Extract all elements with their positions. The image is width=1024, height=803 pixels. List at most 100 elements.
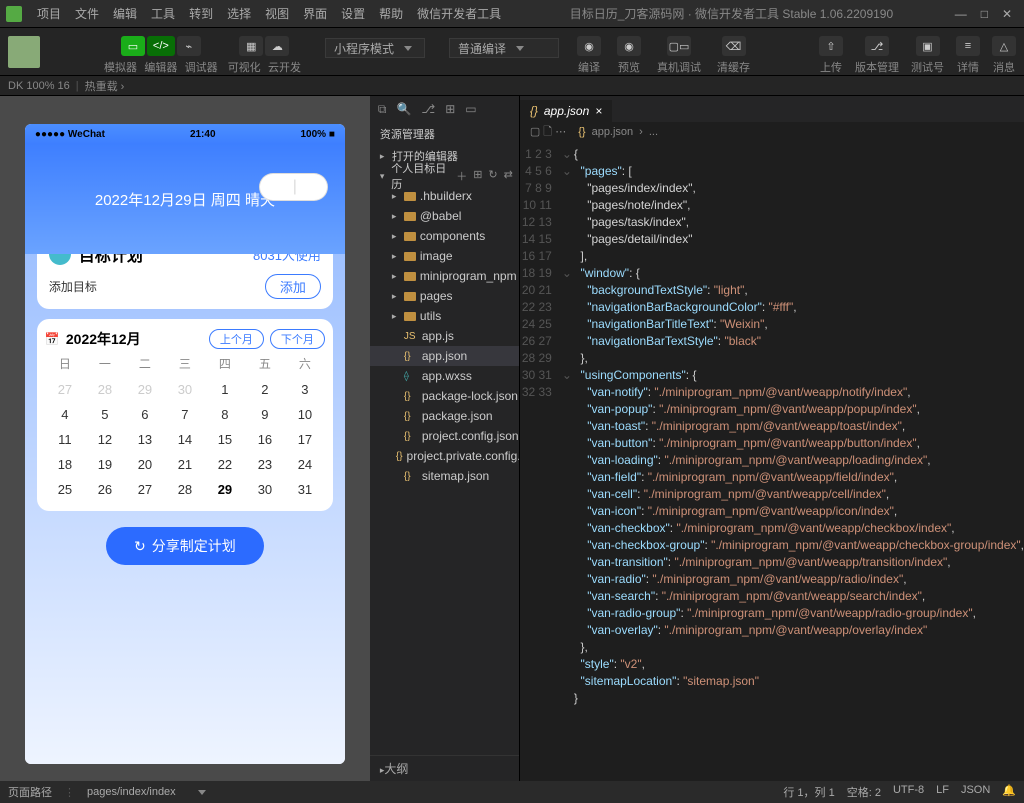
minimize-icon[interactable]: —: [955, 7, 967, 21]
menu-文件[interactable]: 文件: [68, 5, 106, 22]
calendar-day[interactable]: 5: [85, 407, 125, 422]
cursor-position[interactable]: 行 1，列 1: [783, 784, 834, 800]
calendar-day[interactable]: 9: [245, 407, 285, 422]
new-file-icon[interactable]: ＋: [456, 168, 467, 184]
simulator-button[interactable]: ▭: [121, 36, 145, 56]
menu-转到[interactable]: 转到: [182, 5, 220, 22]
device-info[interactable]: DK 100% 16: [8, 80, 70, 92]
capsule-button[interactable]: •••|◎: [260, 174, 327, 200]
editor-button[interactable]: </>: [147, 36, 175, 56]
menu-设置[interactable]: 设置: [334, 5, 372, 22]
calendar-day[interactable]: 27: [125, 482, 165, 497]
folder-@babel[interactable]: ▸@babel: [370, 206, 519, 226]
menu-视图[interactable]: 视图: [258, 5, 296, 22]
menu-帮助[interactable]: 帮助: [372, 5, 410, 22]
maximize-icon[interactable]: □: [981, 7, 988, 21]
target-icon[interactable]: ◎: [305, 177, 319, 197]
testnum-button[interactable]: ▣: [916, 36, 940, 56]
calendar-day[interactable]: 11: [45, 432, 85, 447]
details-button[interactable]: ≡: [956, 36, 980, 56]
clouddev-button[interactable]: ☁: [265, 36, 289, 56]
realdebug-button[interactable]: ▢▭: [667, 36, 691, 56]
calendar-day[interactable]: 29: [125, 382, 165, 397]
eol-info[interactable]: LF: [936, 784, 949, 800]
language-info[interactable]: JSON: [961, 784, 990, 800]
folder-miniprogram_npm[interactable]: ▸miniprogram_npm: [370, 266, 519, 286]
add-goal-button[interactable]: 添加: [265, 274, 321, 299]
explorer-tab-icon[interactable]: ⧉: [378, 102, 387, 117]
compile-button[interactable]: ◉: [577, 36, 601, 56]
project-root[interactable]: ▾个人目标日历 ＋⊞↻⇄: [370, 166, 519, 186]
menu-界面[interactable]: 界面: [296, 5, 334, 22]
calendar-day[interactable]: 3: [285, 382, 325, 397]
code-area[interactable]: 1 2 3 4 5 6 7 8 9 10 11 12 13 14 15 16 1…: [520, 142, 1024, 781]
branch-tab-icon[interactable]: ⎇: [421, 102, 435, 116]
bell-icon[interactable]: 🔔: [1002, 784, 1016, 800]
calendar-day[interactable]: 29: [205, 482, 245, 497]
upload-button[interactable]: ⇧: [819, 36, 843, 56]
next-month-button[interactable]: 下个月: [270, 329, 325, 349]
visualization-button[interactable]: ▦: [239, 36, 263, 56]
menu-项目[interactable]: 项目: [30, 5, 68, 22]
calendar-day[interactable]: 18: [45, 457, 85, 472]
calendar-day[interactable]: 15: [205, 432, 245, 447]
menu-编辑[interactable]: 编辑: [106, 5, 144, 22]
calendar-day[interactable]: 12: [85, 432, 125, 447]
file-package-lock.json[interactable]: {}package-lock.json: [370, 386, 519, 406]
file-sitemap.json[interactable]: {}sitemap.json: [370, 466, 519, 486]
calendar-day[interactable]: 23: [245, 457, 285, 472]
file-package.json[interactable]: {}package.json: [370, 406, 519, 426]
version-button[interactable]: ⎇: [865, 36, 889, 56]
plugin-tab-icon[interactable]: ⊞: [445, 102, 455, 116]
file-project.config.json[interactable]: {}project.config.json: [370, 426, 519, 446]
calendar-day[interactable]: 26: [85, 482, 125, 497]
calendar-day[interactable]: 30: [245, 482, 285, 497]
calendar-day[interactable]: 7: [165, 407, 205, 422]
calendar-day[interactable]: 20: [125, 457, 165, 472]
calendar-day[interactable]: 22: [205, 457, 245, 472]
calendar-day[interactable]: 8: [205, 407, 245, 422]
file-app.wxss[interactable]: ⟠app.wxss: [370, 366, 519, 386]
indent-info[interactable]: 空格: 2: [847, 784, 881, 800]
encoding-info[interactable]: UTF-8: [893, 784, 924, 800]
user-avatar[interactable]: [8, 36, 40, 68]
compile-select[interactable]: 普通编译: [449, 38, 559, 58]
file-project.private.config.js...[interactable]: {}project.private.config.js...: [370, 446, 519, 466]
folder-pages[interactable]: ▸pages: [370, 286, 519, 306]
file-app.json[interactable]: {}app.json: [370, 346, 519, 366]
close-icon[interactable]: ✕: [1002, 7, 1012, 21]
file-app.js[interactable]: JSapp.js: [370, 326, 519, 346]
calendar-day[interactable]: 10: [285, 407, 325, 422]
folder-components[interactable]: ▸components: [370, 226, 519, 246]
more-icon[interactable]: •••: [268, 178, 285, 196]
calendar-day[interactable]: 21: [165, 457, 205, 472]
clear-cache-button[interactable]: ⌫: [722, 36, 746, 56]
calendar-day[interactable]: 19: [85, 457, 125, 472]
calendar-day[interactable]: 13: [125, 432, 165, 447]
calendar-day[interactable]: 17: [285, 432, 325, 447]
folder-utils[interactable]: ▸utils: [370, 306, 519, 326]
folder-image[interactable]: ▸image: [370, 246, 519, 266]
calendar-day[interactable]: 2: [245, 382, 285, 397]
outline-section[interactable]: ▸大纲: [370, 755, 519, 781]
prev-month-button[interactable]: 上个月: [209, 329, 264, 349]
calendar-day[interactable]: 6: [125, 407, 165, 422]
calendar-day[interactable]: 24: [285, 457, 325, 472]
file-tab[interactable]: {}app.json×: [520, 100, 612, 122]
hot-reload[interactable]: 热重载 ›: [85, 78, 125, 94]
calendar-day[interactable]: 16: [245, 432, 285, 447]
preview-button[interactable]: ◉: [617, 36, 641, 56]
calendar-day[interactable]: 28: [85, 382, 125, 397]
calendar-day[interactable]: 27: [45, 382, 85, 397]
page-route[interactable]: pages/index/index: [87, 786, 176, 798]
breadcrumb-file[interactable]: app.json: [592, 126, 634, 138]
refresh-icon[interactable]: ↻: [488, 168, 497, 184]
menu-工具[interactable]: 工具: [144, 5, 182, 22]
calendar-day[interactable]: 25: [45, 482, 85, 497]
share-plan-button[interactable]: ↻分享制定计划: [106, 527, 264, 565]
new-folder-icon[interactable]: ⊞: [473, 168, 482, 184]
tab-close-icon[interactable]: ×: [595, 104, 602, 118]
mode-select[interactable]: 小程序模式: [325, 38, 425, 58]
calendar-day[interactable]: 30: [165, 382, 205, 397]
menu-选择[interactable]: 选择: [220, 5, 258, 22]
